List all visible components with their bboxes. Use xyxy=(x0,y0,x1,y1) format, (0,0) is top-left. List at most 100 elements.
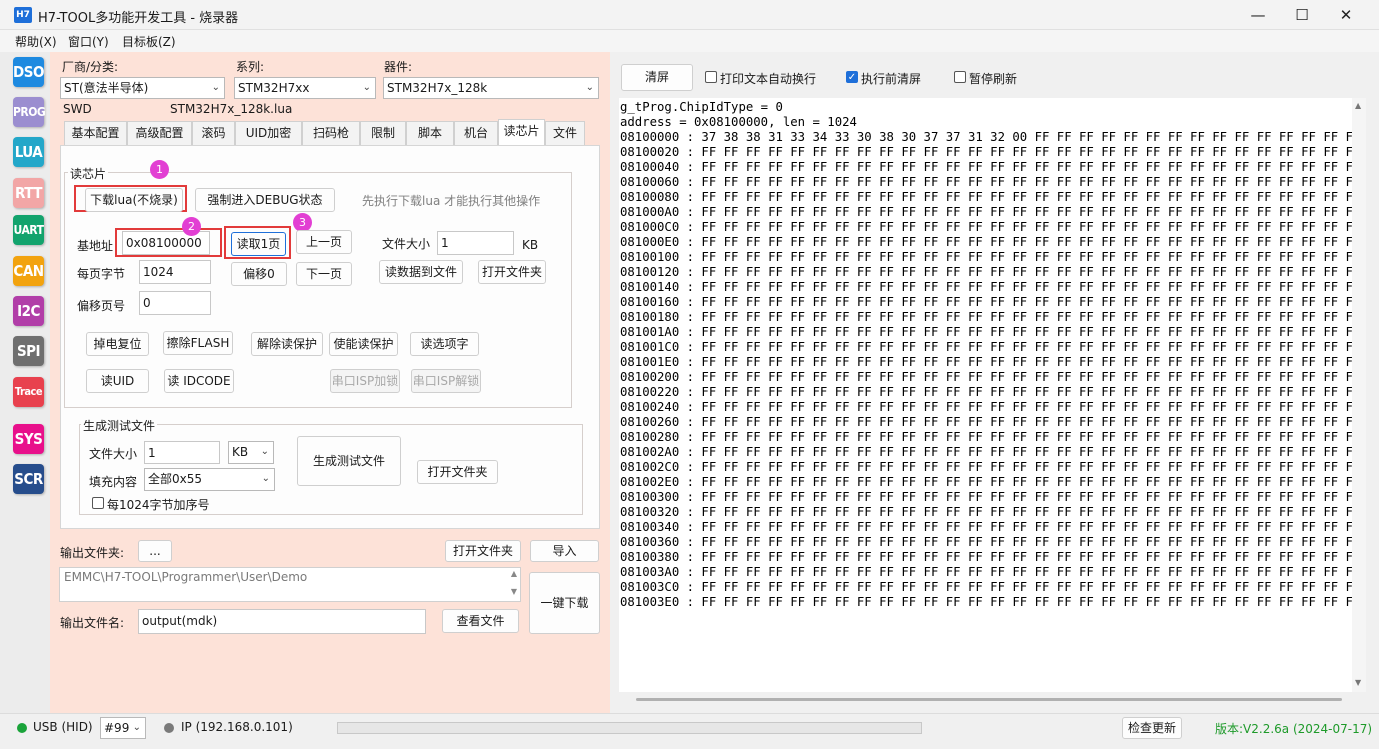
gen-unit-value: KB xyxy=(232,445,249,459)
tab-6[interactable]: 脚本 xyxy=(406,121,454,145)
pause-checkbox[interactable] xyxy=(954,71,966,83)
scroll-up-icon[interactable]: ▲ xyxy=(511,569,517,578)
scroll-up-icon[interactable]: ▲ xyxy=(1355,101,1361,110)
read-idcode-button[interactable]: 读 IDCODE xyxy=(164,369,234,393)
tab-4[interactable]: 扫码枪 xyxy=(302,121,360,145)
sidebar-can-icon[interactable]: CAN xyxy=(13,256,44,286)
sidebar-i2c-icon[interactable]: I2C xyxy=(13,296,44,326)
gen-size-input[interactable]: 1 xyxy=(144,441,220,464)
series-select[interactable]: STM32H7xx ⌄ xyxy=(234,77,376,99)
scroll-down-icon[interactable]: ▼ xyxy=(511,587,517,596)
view-file-button[interactable]: 查看文件 xyxy=(442,609,519,633)
check-update-button[interactable]: 检查更新 xyxy=(1122,717,1182,739)
output-name-input[interactable]: output(mdk) xyxy=(138,609,426,634)
vendor-value: ST(意法半导体) xyxy=(64,81,149,95)
menu-help[interactable]: 帮助(X) xyxy=(15,33,57,50)
offset-page-input[interactable]: 0 xyxy=(139,291,211,315)
auto-wrap-checkbox[interactable] xyxy=(705,71,717,83)
read-option-button[interactable]: 读选项字 xyxy=(410,332,479,356)
tab-1[interactable]: 高级配置 xyxy=(127,121,192,145)
sidebar-lua-icon[interactable]: LUA xyxy=(13,137,44,167)
browse-folder-button[interactable]: ... xyxy=(138,540,172,562)
sidebar-uart-icon[interactable]: UART xyxy=(13,215,44,245)
read-page-button[interactable]: 读取1页 xyxy=(231,232,286,256)
tab-8[interactable]: 读芯片 xyxy=(498,119,545,145)
seq-checkbox[interactable] xyxy=(92,497,104,509)
menu-target-board[interactable]: 目标板(Z) xyxy=(122,33,176,50)
read-chip-group-title: 读芯片 xyxy=(68,165,109,182)
progress-bar xyxy=(337,722,922,734)
base-addr-input[interactable]: 0x08100000 xyxy=(122,231,210,255)
fill-value: 全部0x55 xyxy=(148,472,203,486)
base-addr-label: 基地址 xyxy=(77,239,114,253)
close-icon[interactable]: ✕ xyxy=(1323,0,1369,30)
gen-unit-select[interactable]: KB ⌄ xyxy=(228,441,274,464)
open-folder-button[interactable]: 打开文件夹 xyxy=(478,260,546,284)
output-path-field[interactable]: EMMC\H7-TOOL\Programmer\User\Demo ▲ ▼ xyxy=(59,567,521,602)
read-uid-button[interactable]: 读UID xyxy=(86,369,149,393)
clear-screen-button[interactable]: 清屏 xyxy=(621,64,693,91)
erase-flash-button[interactable]: 擦除FLASH xyxy=(163,331,233,355)
usb-status: USB (HID) xyxy=(33,720,93,734)
sidebar-rtt-icon[interactable]: RTT xyxy=(13,178,44,208)
download-lua-button[interactable]: 下载lua(不烧录) xyxy=(85,188,183,212)
one-key-download-button[interactable]: 一键下载 xyxy=(529,572,600,634)
minimize-icon[interactable]: — xyxy=(1235,0,1281,30)
maximize-icon[interactable]: ☐ xyxy=(1279,0,1325,30)
clear-before-checkbox[interactable]: ✓ xyxy=(846,71,858,83)
tab-9[interactable]: 文件 xyxy=(545,121,585,145)
port-select[interactable]: #99 ⌄ xyxy=(100,717,146,739)
app-icon: H7 xyxy=(14,7,32,23)
import-button[interactable]: 导入 xyxy=(530,540,599,562)
title-bar: H7 H7-TOOL多功能开发工具 - 烧录器 — ☐ ✕ xyxy=(0,0,1379,30)
step-badge-1: 1 xyxy=(150,160,169,179)
power-reset-button[interactable]: 掉电复位 xyxy=(86,332,149,356)
sidebar-spi-icon[interactable]: SPI xyxy=(13,336,44,366)
output-open-folder-button[interactable]: 打开文件夹 xyxy=(445,540,521,562)
gen-test-group-title: 生成测试文件 xyxy=(81,417,158,434)
force-debug-button[interactable]: 强制进入DEBUG状态 xyxy=(195,188,335,212)
tab-3[interactable]: UID加密 xyxy=(235,121,302,145)
gen-open-folder-button[interactable]: 打开文件夹 xyxy=(417,460,498,484)
scroll-down-icon[interactable]: ▼ xyxy=(1355,678,1361,687)
unlock-protect-button[interactable]: 解除读保护 xyxy=(251,332,323,356)
tab-2[interactable]: 滚码 xyxy=(192,121,235,145)
enable-protect-button[interactable]: 使能读保护 xyxy=(329,332,398,356)
fill-label: 填充内容 xyxy=(89,475,138,489)
output-path-value: EMMC\H7-TOOL\Programmer\User\Demo xyxy=(64,570,308,584)
usb-status-icon xyxy=(17,723,27,733)
log-output[interactable]: g_tProg.ChipIdType = 0 address = 0x08100… xyxy=(619,98,1352,692)
prev-page-button[interactable]: 上一页 xyxy=(296,230,352,254)
sidebar-scr-icon[interactable]: SCR xyxy=(13,464,44,494)
vendor-select[interactable]: ST(意法半导体) ⌄ xyxy=(60,77,225,99)
device-select[interactable]: STM32H7x_128k ⌄ xyxy=(383,77,599,99)
offset-page-label: 偏移页号 xyxy=(77,299,126,313)
read-to-file-button[interactable]: 读数据到文件 xyxy=(379,260,463,284)
sidebar-trace-icon[interactable]: Trace xyxy=(13,377,44,407)
sidebar-sys-icon[interactable]: SYS xyxy=(13,424,44,454)
page-bytes-label: 每页字节 xyxy=(77,267,126,281)
sidebar-dso-icon[interactable]: DSO xyxy=(13,57,44,87)
chevron-down-icon: ⌄ xyxy=(260,446,269,457)
gen-size-label: 文件大小 xyxy=(89,447,138,461)
generate-test-file-button[interactable]: 生成测试文件 xyxy=(297,436,401,486)
ip-status-icon xyxy=(164,723,174,733)
sidebar-prog-icon[interactable]: PROG xyxy=(13,97,46,127)
file-size-input[interactable]: 1 xyxy=(437,231,514,255)
version-label: 版本:V2.2.6a (2024-07-17) xyxy=(1215,722,1373,736)
output-name-label: 输出文件名: xyxy=(60,616,125,630)
next-page-button[interactable]: 下一页 xyxy=(296,262,352,286)
file-size-unit: KB xyxy=(522,238,539,252)
page-bytes-input[interactable]: 1024 xyxy=(139,260,211,284)
lua-file-label: STM32H7x_128k.lua xyxy=(170,102,293,116)
fill-select[interactable]: 全部0x55 ⌄ xyxy=(144,468,275,491)
isp-unlock-button[interactable]: 串口ISP解锁 xyxy=(411,369,481,393)
offset-zero-button[interactable]: 偏移0 xyxy=(231,262,287,286)
tab-5[interactable]: 限制 xyxy=(360,121,406,145)
tab-7[interactable]: 机台 xyxy=(454,121,498,145)
log-vertical-scrollbar[interactable]: ▲ ▼ xyxy=(1352,98,1366,692)
tab-0[interactable]: 基本配置 xyxy=(64,121,127,145)
menu-window[interactable]: 窗口(Y) xyxy=(68,33,109,50)
log-horizontal-scrollbar[interactable] xyxy=(636,698,1342,701)
isp-lock-button[interactable]: 串口ISP加锁 xyxy=(330,369,400,393)
